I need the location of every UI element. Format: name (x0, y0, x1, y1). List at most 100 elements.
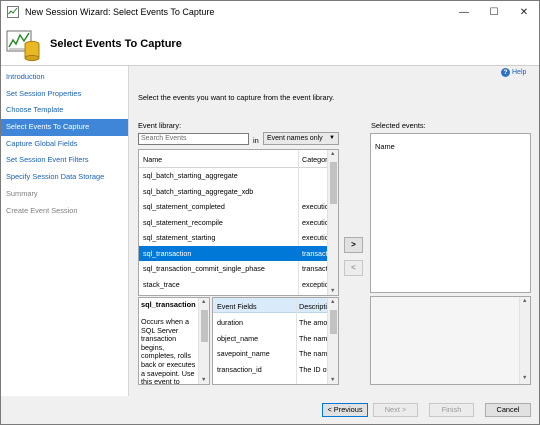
event-fields-grid: Event Fields Description duration The am… (212, 297, 339, 385)
column-header-name[interactable]: Name (143, 155, 162, 164)
event-name: sql_batch_starting_aggregate (143, 171, 238, 180)
event-category: execution (302, 217, 328, 227)
nav-item-choose-template[interactable]: Choose Template (1, 102, 128, 119)
event-fields-scrollbar[interactable]: ▲ ▼ (327, 298, 338, 384)
title-bar: New Session Wizard: Select Events To Cap… (1, 1, 539, 24)
maximize-button[interactable]: ☐ (479, 1, 509, 24)
scroll-up-icon[interactable]: ▲ (522, 298, 527, 304)
event-category: exception (302, 279, 328, 289)
field-name: duration (217, 318, 243, 327)
search-events-input[interactable]: Search Events (138, 133, 249, 145)
help-link[interactable]: ? Help (501, 68, 526, 77)
event-library-grid: ^ Name Category sql_batch_starting_aggre… (138, 149, 339, 296)
app-icon (7, 6, 19, 18)
search-scope-select[interactable]: Event names only ▼ (263, 132, 339, 145)
wizard-header: Select Events To Capture (1, 24, 539, 66)
minimize-button[interactable]: — (449, 1, 479, 24)
in-label: in (253, 136, 259, 145)
event-name: sql_batch_starting_aggregate_xdb (143, 186, 254, 196)
help-icon: ? (501, 68, 510, 77)
cancel-button[interactable]: Cancel (485, 403, 531, 417)
nav-item-set-session-properties[interactable]: Set Session Properties (1, 86, 128, 103)
instructions-text: Select the events you want to capture fr… (138, 93, 335, 102)
event-row[interactable]: sql_transaction_commit_single_phase tran… (139, 261, 328, 277)
wizard-step-nav: Introduction Set Session Properties Choo… (1, 66, 129, 396)
scroll-up-icon[interactable]: ▲ (330, 299, 335, 305)
event-name: stack_trace (143, 279, 180, 289)
event-fields-header: Event Fields Description (213, 298, 338, 313)
description-text: Occurs when a SQL Server transaction beg… (141, 317, 196, 385)
scroll-up-icon[interactable]: ▲ (201, 299, 206, 305)
event-name: sql_transaction_commit_single_phase (143, 264, 265, 273)
nav-item-select-events[interactable]: Select Events To Capture (1, 119, 128, 136)
event-row[interactable]: sql_batch_starting_aggregate (139, 168, 328, 184)
field-row[interactable]: object_name The name (213, 331, 328, 347)
wizard-window: New Session Wizard: Select Events To Cap… (0, 0, 540, 425)
event-row[interactable]: sql_statement_completed execution (139, 199, 328, 215)
event-category: transactions (302, 248, 328, 258)
scroll-down-icon[interactable]: ▼ (201, 377, 206, 383)
event-name: sql_statement_completed (143, 202, 225, 211)
column-header-event-fields[interactable]: Event Fields (217, 302, 257, 311)
description-scrollbar[interactable]: ▲ ▼ (198, 298, 209, 384)
scroll-thumb[interactable] (330, 162, 337, 204)
search-scope-value: Event names only (267, 135, 323, 142)
scroll-up-icon[interactable]: ▲ (330, 151, 335, 157)
selected-events-label: Selected events: (371, 121, 426, 130)
nav-item-create-event-session: Create Event Session (6, 205, 78, 215)
scroll-down-icon[interactable]: ▼ (330, 377, 335, 383)
help-label: Help (512, 69, 527, 76)
field-name: object_name (217, 333, 259, 343)
remove-event-button[interactable]: < (344, 260, 363, 276)
scroll-thumb[interactable] (201, 310, 208, 342)
next-button[interactable]: Next > (373, 403, 418, 417)
close-button[interactable]: ✕ (509, 1, 539, 24)
selected-events-column-name: Name (375, 142, 395, 151)
window-title: New Session Wizard: Select Events To Cap… (25, 7, 215, 17)
nav-item-summary: Summary (6, 188, 38, 198)
scroll-down-icon[interactable]: ▼ (522, 375, 527, 381)
field-name: savepoint_name (217, 349, 270, 358)
nav-item-data-storage[interactable]: Specify Session Data Storage (1, 169, 128, 186)
selected-details-scrollbar[interactable]: ▲ ▼ (519, 297, 530, 384)
finish-button[interactable]: Finish (429, 403, 474, 417)
field-description: The ID of (299, 364, 327, 374)
event-category: execution (302, 202, 328, 211)
event-name: sql_transaction (143, 248, 192, 258)
sort-ascending-icon: ^ (169, 149, 172, 154)
previous-button[interactable]: < Previous (322, 403, 368, 417)
event-category: execution (302, 233, 328, 242)
event-library-scrollbar[interactable]: ▲ ▼ (327, 150, 338, 295)
event-description-panel: sql_transaction Occurs when a SQL Server… (138, 297, 210, 385)
event-name: sql_statement_starting (143, 233, 216, 242)
event-library-label: Event library: (138, 121, 182, 130)
event-row-selected[interactable]: sql_transaction transactions (139, 245, 328, 261)
description-title: sql_transaction (141, 300, 196, 309)
field-description: The name (299, 349, 327, 358)
event-row[interactable]: sql_statement_starting execution (139, 230, 328, 246)
main-panel: ? Help Select the events you want to cap… (129, 66, 539, 417)
xevents-chart-database-icon (6, 30, 40, 62)
field-description: The name (299, 333, 327, 343)
selected-event-details-panel: ▲ ▼ (370, 296, 531, 385)
page-title: Select Events To Capture (50, 38, 182, 50)
nav-item-set-event-filters[interactable]: Set Session Event Filters (1, 152, 128, 169)
event-library-header: ^ Name Category (139, 149, 338, 168)
column-header-description[interactable]: Description (299, 302, 327, 311)
scroll-down-icon[interactable]: ▼ (330, 288, 335, 294)
selected-events-list[interactable]: Name (370, 133, 531, 293)
scroll-thumb[interactable] (330, 310, 337, 334)
nav-item-capture-global-fields[interactable]: Capture Global Fields (1, 136, 128, 153)
nav-item-introduction[interactable]: Introduction (1, 69, 128, 86)
event-row[interactable]: sql_batch_starting_aggregate_xdb (139, 184, 328, 200)
field-description: The amount (299, 318, 327, 327)
add-event-button[interactable]: > (344, 237, 363, 253)
field-row[interactable]: savepoint_name The name (213, 346, 328, 362)
field-row[interactable]: duration The amount (213, 315, 328, 331)
event-category: transactions (302, 264, 328, 273)
field-name: transaction_id (217, 364, 262, 374)
event-row[interactable]: stack_trace exception (139, 277, 328, 293)
chevron-down-icon: ▼ (329, 135, 335, 141)
field-row[interactable]: transaction_id The ID of (213, 362, 328, 378)
event-row[interactable]: sql_statement_recompile execution (139, 215, 328, 231)
